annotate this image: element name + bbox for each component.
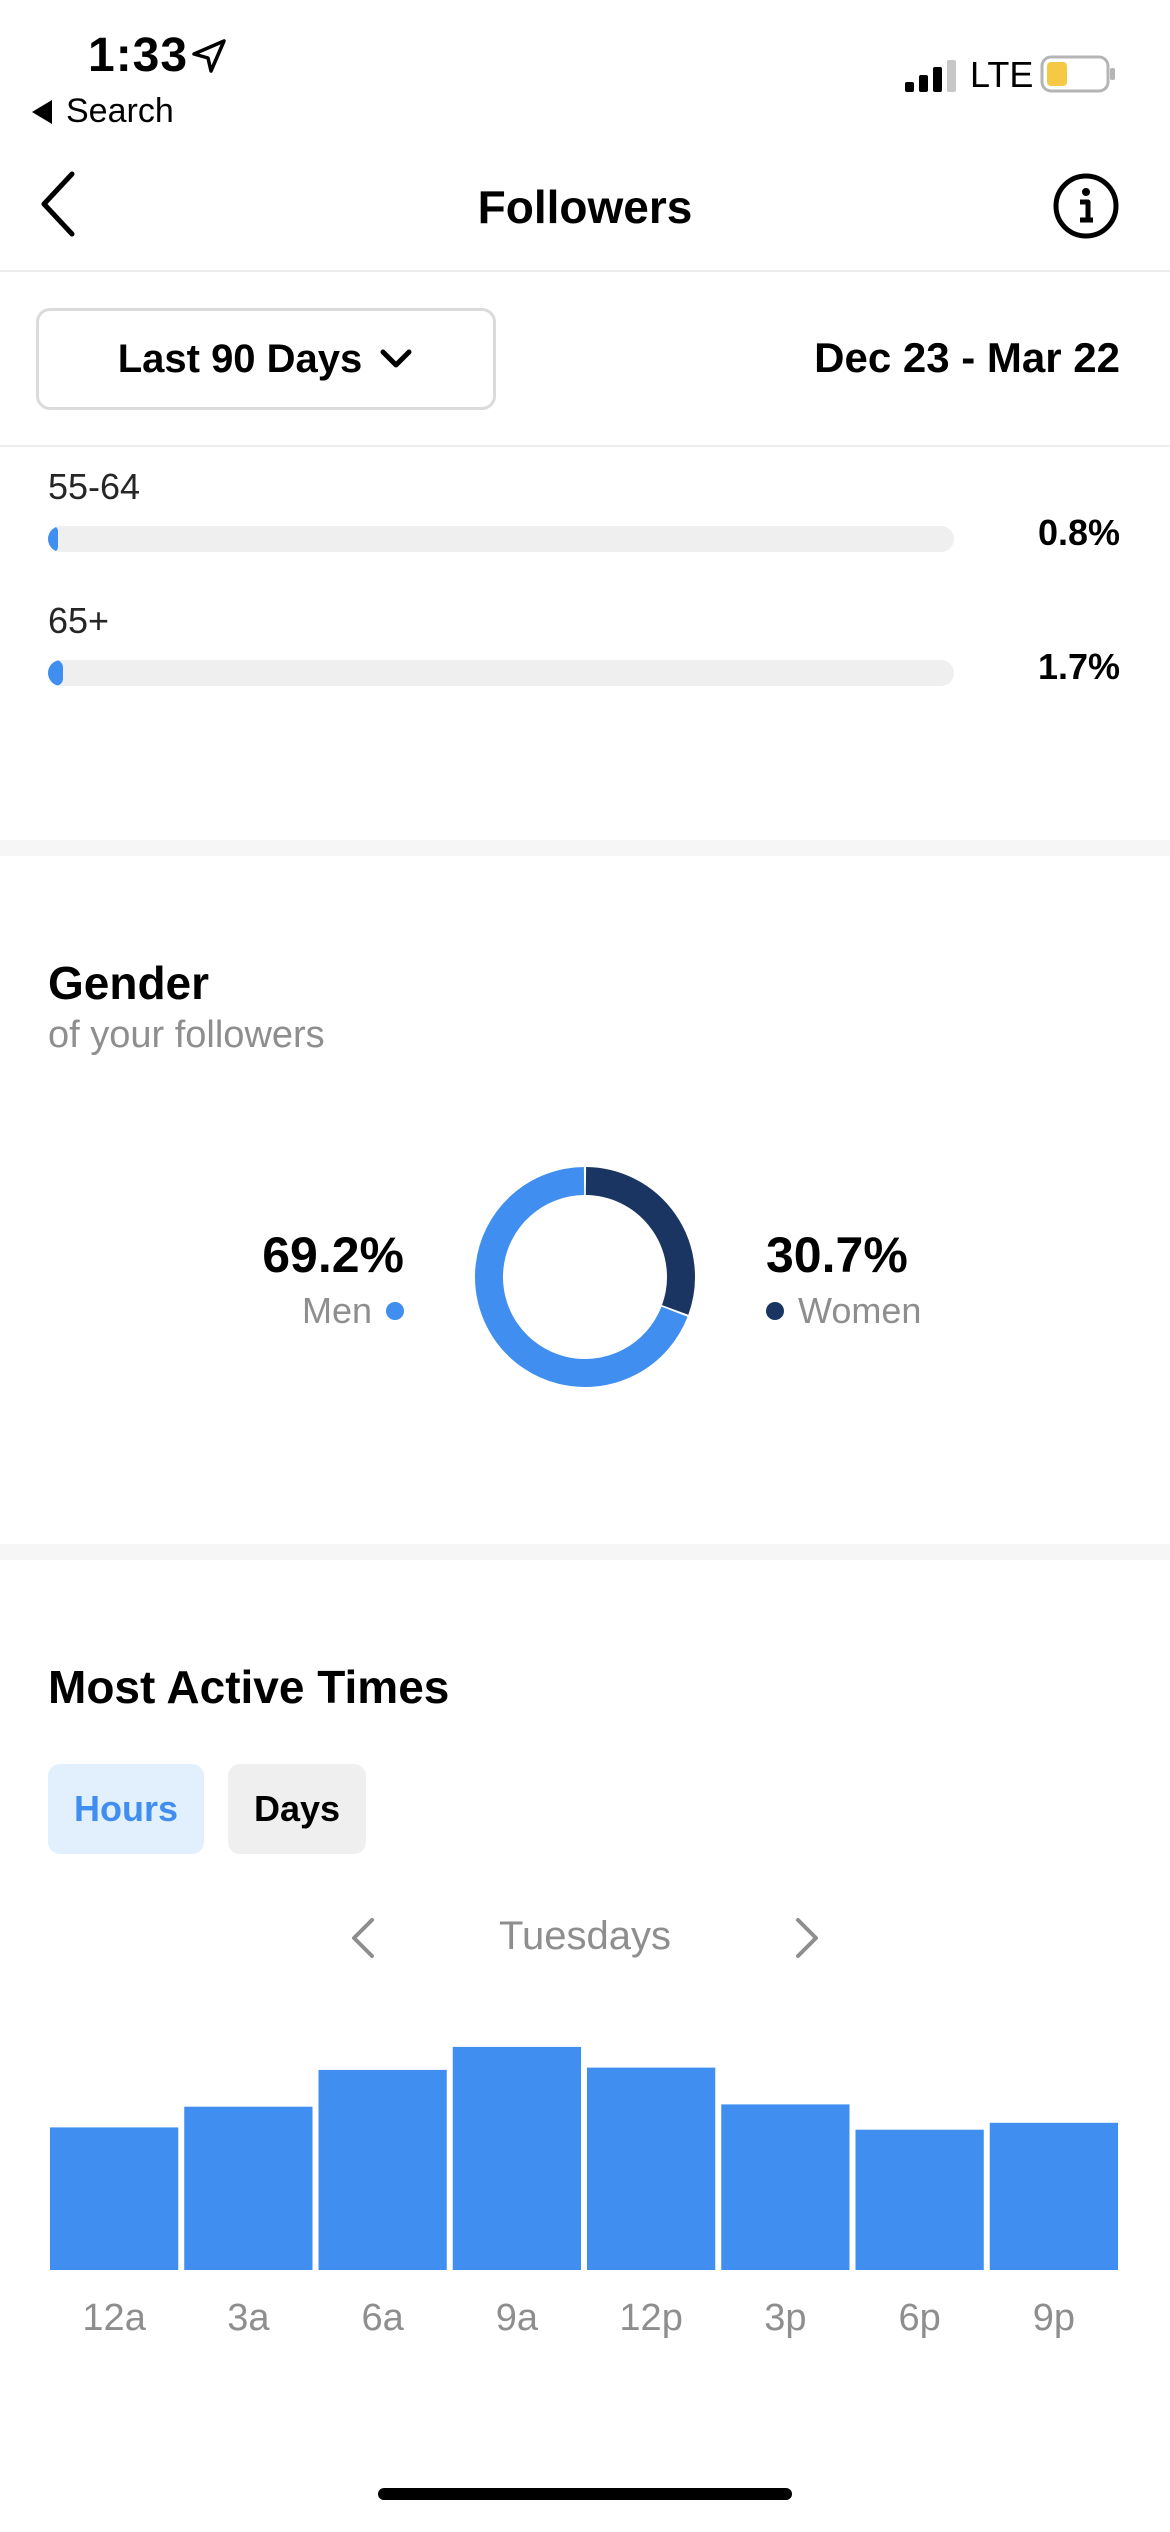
age-row-65-plus: 65+ 1.7% [48,600,1120,687]
age-label: 65+ [48,600,110,641]
men-stat: 69.2% Men [262,1226,404,1332]
age-row-55-64: 55-64 0.8% [48,466,1120,553]
status-time: 1:33 [88,29,189,82]
bar-3p [721,2104,850,2270]
x-tick-label: 6p [898,2297,940,2339]
women-stat: 30.7% Women [766,1226,921,1332]
men-label: Men [301,1290,372,1331]
location-arrow-icon [192,39,226,73]
x-tick-label: 9p [1033,2297,1075,2339]
x-tick-label: 12a [82,2297,146,2339]
bar-9p [989,2122,1118,2270]
x-tick-label: 3a [227,2297,270,2339]
info-icon[interactable] [1052,172,1120,240]
x-tick-label: 12p [619,2297,682,2339]
header-divider [0,270,1170,272]
tab-days[interactable]: Days [228,1764,366,1854]
back-to-search[interactable]: Search [32,92,174,131]
period-label: Last 90 Days [117,336,363,381]
battery-icon [1040,55,1115,93]
day-label: Tuesdays [499,1914,671,1958]
age-bar-fill [48,660,64,686]
cellular-signal-icon [905,60,956,92]
back-triangle-icon [32,99,52,124]
filter-divider [0,445,1170,447]
date-range: Dec 23 - Mar 22 [814,334,1120,381]
period-dropdown[interactable]: Last 90 Days [36,308,496,410]
men-legend-dot [386,1302,404,1320]
section-separator [0,1544,1170,1560]
gender-subtitle: of your followers [48,1014,325,1056]
network-type: LTE [970,54,1034,95]
tab-hours[interactable]: Hours [48,1764,204,1854]
home-indicator[interactable] [378,2488,792,2500]
chevron-right-icon[interactable] [792,1914,822,1962]
bar-6p [855,2129,984,2270]
back-app-label: Search [66,92,174,130]
active-hours-bar-chart: 12a 3a 6a 9a 12p 3p 6p 9p [50,2046,1118,2339]
bar-3a [184,2106,313,2270]
women-percentage: 30.7% [766,1227,908,1283]
x-tick-label: 9a [496,2297,539,2339]
age-value: 1.7% [1037,646,1120,687]
bar-12a [50,2127,179,2270]
age-value: 0.8% [1037,512,1120,553]
active-times-title: Most Active Times [48,1661,450,1713]
age-label: 55-64 [48,466,141,507]
page-title: Followers [477,181,693,233]
men-percentage: 69.2% [262,1227,404,1283]
gender-title: Gender [48,957,210,1009]
age-bar-track [48,660,954,686]
donut-segment-women [585,1167,695,1315]
age-bar-fill [48,526,59,552]
women-label: Women [798,1290,922,1331]
x-tick-label: 6a [361,2297,404,2339]
women-legend-dot [766,1302,784,1320]
bar-9a [452,2046,581,2270]
x-tick-label: 3p [764,2297,806,2339]
bar-12p [587,2067,716,2270]
gender-donut-chart [475,1167,695,1387]
chevron-down-icon [380,349,412,368]
bar-6a [318,2069,447,2270]
section-separator [0,840,1170,856]
age-bar-track [48,526,954,552]
